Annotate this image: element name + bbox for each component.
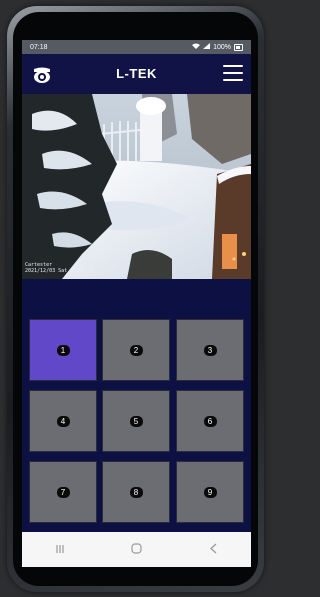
camera-tile-4[interactable]: 4 (29, 390, 97, 452)
recents-icon[interactable] (55, 541, 65, 559)
signal-icon (203, 43, 211, 51)
camera-tile-2[interactable]: 2 (102, 319, 170, 381)
status-bar: 07:18 100% (22, 40, 251, 54)
tile-number: 7 (56, 486, 70, 498)
home-icon[interactable] (131, 541, 143, 559)
camera-tile-9[interactable]: 9 (176, 461, 244, 523)
brand-logo: L-TEK (116, 66, 157, 81)
tile-number: 2 (129, 344, 143, 356)
status-time: 07:18 (30, 43, 48, 51)
tile-number: 4 (56, 415, 70, 427)
camera-snapshot-image (22, 94, 251, 279)
tile-number: 5 (129, 415, 143, 427)
hamburger-menu-icon[interactable] (223, 65, 243, 81)
camera-tile-7[interactable]: 7 (29, 461, 97, 523)
app-bar: L-TEK (22, 54, 251, 94)
camera-grid: 1 2 3 4 5 6 7 8 9 (22, 279, 251, 532)
camera-tile-1[interactable]: 1 (29, 319, 97, 381)
camera-tile-6[interactable]: 6 (176, 390, 244, 452)
tile-number: 8 (129, 486, 143, 498)
tile-number: 6 (203, 415, 217, 427)
tile-number: 9 (203, 486, 217, 498)
wifi-icon (192, 43, 201, 51)
status-indicators: 100% (192, 43, 243, 51)
camera-timestamp-overlay: Cartester 2021/12/03 Sat 08:18:16 (25, 262, 94, 274)
battery-percent: 100% (213, 43, 231, 51)
battery-icon (234, 43, 243, 51)
system-nav-bar (22, 532, 251, 567)
camera-tile-8[interactable]: 8 (102, 461, 170, 523)
camera-tile-5[interactable]: 5 (102, 390, 170, 452)
tile-number: 1 (56, 344, 70, 356)
back-icon[interactable] (209, 541, 218, 559)
camera-datetime: 2021/12/03 Sat 08:18:16 (25, 268, 95, 274)
camera-tile-3[interactable]: 3 (176, 319, 244, 381)
app-screen: 07:18 100% L-TEK Cartester 2021/12/03 Sa… (22, 40, 251, 567)
tile-number: 3 (203, 344, 217, 356)
camera-feed[interactable]: Cartester 2021/12/03 Sat 08:18:16 (22, 94, 251, 279)
